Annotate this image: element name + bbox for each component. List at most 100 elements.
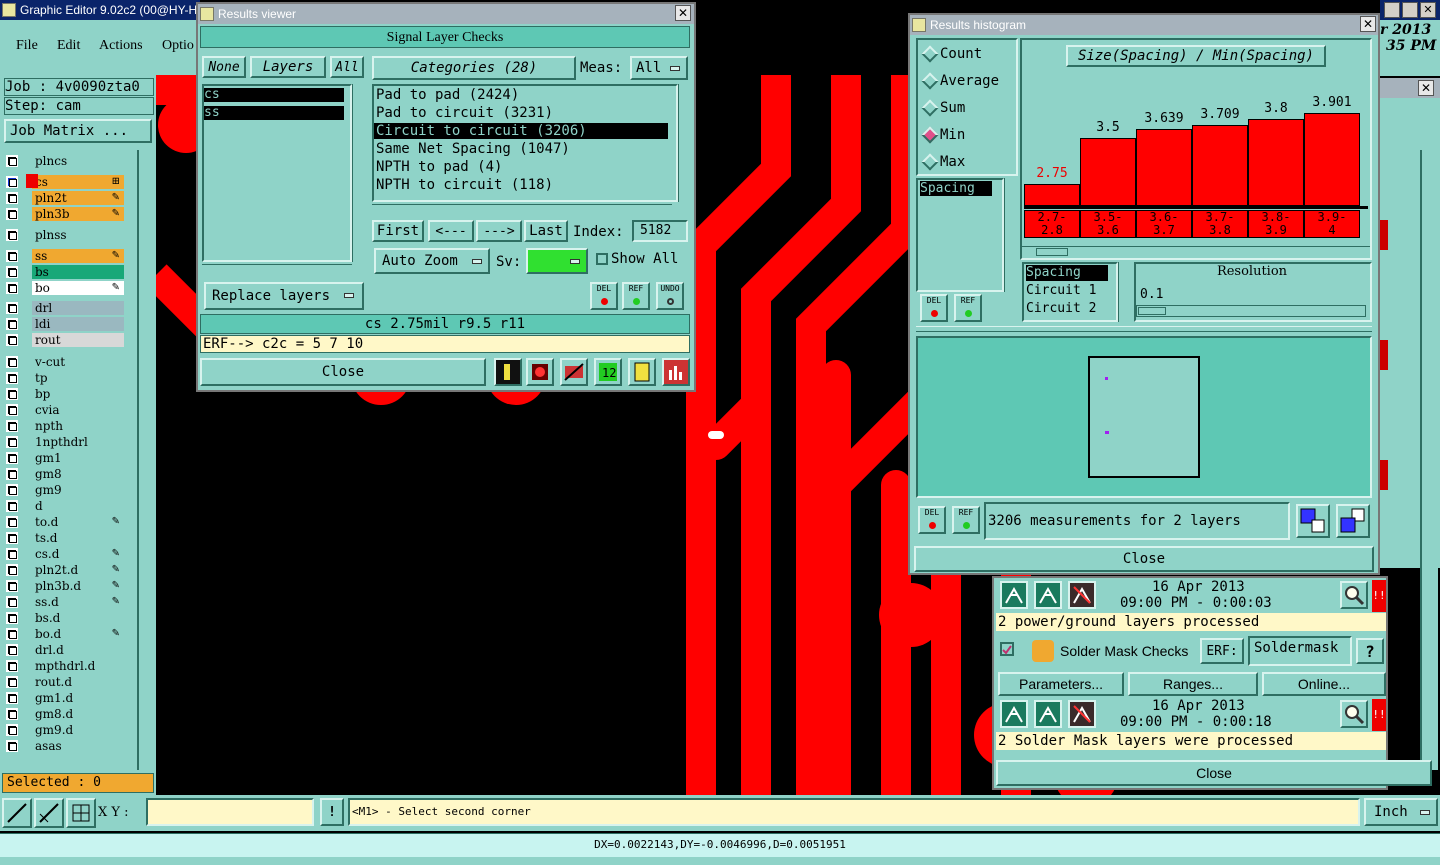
layer-row-bo[interactable]: bo ✎ xyxy=(6,280,124,295)
histogram-list-item[interactable]: Spacing xyxy=(920,181,992,196)
layer-name[interactable]: bo.d ✎ xyxy=(32,626,124,641)
category-item[interactable]: Pad to circuit (3231) xyxy=(374,105,668,121)
layer-checkbox[interactable] xyxy=(6,333,18,346)
layer-checkbox[interactable] xyxy=(6,707,18,720)
layer-row-to-d[interactable]: to.d ✎ xyxy=(6,514,124,529)
layer-checkbox[interactable] xyxy=(6,691,18,704)
layer-row-cvia[interactable]: cvia xyxy=(6,402,124,417)
layer-name[interactable]: plncs xyxy=(32,153,124,168)
parameters-button[interactable]: Parameters... xyxy=(998,672,1124,696)
menu-options[interactable]: Optio xyxy=(162,38,194,54)
menu-file[interactable]: File xyxy=(16,38,38,54)
measure-icon[interactable] xyxy=(34,798,64,828)
replace-layers-dropdown[interactable]: Replace layers xyxy=(204,282,364,310)
del-button[interactable]: DEL xyxy=(590,282,618,310)
layer-row-d[interactable]: d xyxy=(6,498,124,513)
aux-close-button[interactable]: ✕ xyxy=(1418,80,1434,96)
layer-row-plncs[interactable]: plncs xyxy=(6,153,124,168)
layer-checkbox[interactable] xyxy=(6,595,18,608)
layer-name[interactable]: ts.d xyxy=(32,530,124,545)
category-item[interactable]: Circuit to circuit (3206) xyxy=(374,123,668,139)
hscroll-thumb[interactable] xyxy=(1036,248,1068,256)
layer-name[interactable]: npth xyxy=(32,418,124,433)
layer-row-gm1-d[interactable]: gm1.d xyxy=(6,690,124,705)
layer-checkbox[interactable] xyxy=(6,154,18,167)
layer-row-rout[interactable]: rout xyxy=(6,332,124,347)
layer-name[interactable]: pln2t.d ✎ xyxy=(32,562,124,577)
zoom-fit-icon[interactable] xyxy=(2,798,32,828)
ref-button[interactable]: REF xyxy=(622,282,650,310)
number-tool-icon[interactable]: 12 xyxy=(594,358,622,386)
stat-label-sum[interactable]: Sum xyxy=(940,100,965,116)
layer-checkbox[interactable] xyxy=(6,675,18,688)
layer-row-pln2t[interactable]: pln2t ✎ xyxy=(6,190,124,205)
zoom-icon[interactable] xyxy=(1340,700,1368,728)
layer-result-ss[interactable]: ss xyxy=(204,106,344,120)
layer-result-cs[interactable]: cs xyxy=(204,88,344,102)
stat-label-average[interactable]: Average xyxy=(940,73,999,89)
layer-checkbox[interactable] xyxy=(6,281,18,294)
layer-row-pln2t-d[interactable]: pln2t.d ✎ xyxy=(6,562,124,577)
histogram-close-x[interactable]: ✕ xyxy=(1360,16,1376,32)
run-icon[interactable] xyxy=(1000,700,1028,728)
export-icon[interactable] xyxy=(1296,504,1330,538)
layer-name[interactable]: gm8.d xyxy=(32,706,124,721)
layer-checkbox[interactable] xyxy=(6,249,18,262)
layer-name[interactable]: cs ⊞ xyxy=(32,174,124,189)
layer-checkbox[interactable] xyxy=(6,317,18,330)
category-item[interactable]: NPTH to pad (4) xyxy=(374,159,668,175)
resolution-slider[interactable] xyxy=(1136,305,1366,317)
histogram-bar[interactable] xyxy=(1024,184,1080,206)
layer-name[interactable]: ldi xyxy=(32,316,124,331)
histogram-close-button[interactable]: Close xyxy=(914,546,1374,572)
histogram-tool-icon[interactable] xyxy=(662,358,690,386)
layer-name[interactable]: mpthdrl.d xyxy=(32,658,124,673)
layer-name[interactable]: pln3b.d ✎ xyxy=(32,578,124,593)
layer-checkbox[interactable] xyxy=(6,301,18,314)
layer-row-asas[interactable]: asas xyxy=(6,738,124,753)
layer-checkbox[interactable] xyxy=(6,419,18,432)
layer-checkbox[interactable] xyxy=(6,467,18,480)
layer-checkbox[interactable] xyxy=(6,563,18,576)
menu-edit[interactable]: Edit xyxy=(57,38,80,54)
layer-row-ss-d[interactable]: ss.d ✎ xyxy=(6,594,124,609)
layer-name[interactable]: bs.d xyxy=(32,610,124,625)
ref-tool-icon[interactable] xyxy=(560,358,588,386)
layer-checkbox[interactable] xyxy=(6,228,18,241)
layer-row-1npthdrl[interactable]: 1npthdrl xyxy=(6,434,124,449)
spacing-list-scroll[interactable] xyxy=(1118,262,1132,322)
layer-name[interactable]: ss ✎ xyxy=(32,248,124,263)
hist-del-button[interactable]: DEL xyxy=(920,294,948,322)
hist-ref-button-2[interactable]: REF xyxy=(952,506,980,534)
layer-checkbox[interactable] xyxy=(6,175,18,188)
solder-check-checkbox[interactable] xyxy=(1000,642,1014,656)
layer-row-ss[interactable]: ss ✎ xyxy=(6,248,124,263)
category-hscroll[interactable] xyxy=(372,204,672,216)
spacing-list-item[interactable]: Spacing xyxy=(1026,265,1108,281)
layer-checkbox[interactable] xyxy=(6,643,18,656)
record-tool-icon[interactable] xyxy=(526,358,554,386)
layer-checkbox[interactable] xyxy=(6,627,18,640)
layer-checkbox[interactable] xyxy=(6,451,18,464)
minimize-button[interactable] xyxy=(1384,2,1400,18)
layer-name[interactable]: gm1 xyxy=(32,450,124,465)
categories-button[interactable]: Categories (28) xyxy=(372,56,576,80)
alert-button[interactable]: ! xyxy=(320,798,344,826)
main-close-button[interactable]: ✕ xyxy=(1420,2,1436,18)
layer-name[interactable]: pln2t ✎ xyxy=(32,190,124,205)
first-button[interactable]: First xyxy=(372,220,424,242)
category-item[interactable]: Same Net Spacing (1047) xyxy=(374,141,668,157)
layer-checkbox[interactable] xyxy=(6,355,18,368)
xy-input[interactable] xyxy=(146,798,314,826)
histogram-hscroll[interactable] xyxy=(1022,246,1370,258)
layer-checkbox[interactable] xyxy=(6,207,18,220)
layer-checkbox[interactable] xyxy=(6,403,18,416)
stat-label-min[interactable]: Min xyxy=(940,127,965,143)
erf-value-field[interactable]: Soldermask xyxy=(1248,636,1352,666)
layer-row-drl-d[interactable]: drl.d xyxy=(6,642,124,657)
layer-row-drl[interactable]: drl xyxy=(6,300,124,315)
import-icon[interactable] xyxy=(1336,504,1370,538)
layer-name[interactable]: gm9 xyxy=(32,482,124,497)
layer-checkbox[interactable] xyxy=(6,515,18,528)
prev-button[interactable]: <--- xyxy=(428,220,474,242)
